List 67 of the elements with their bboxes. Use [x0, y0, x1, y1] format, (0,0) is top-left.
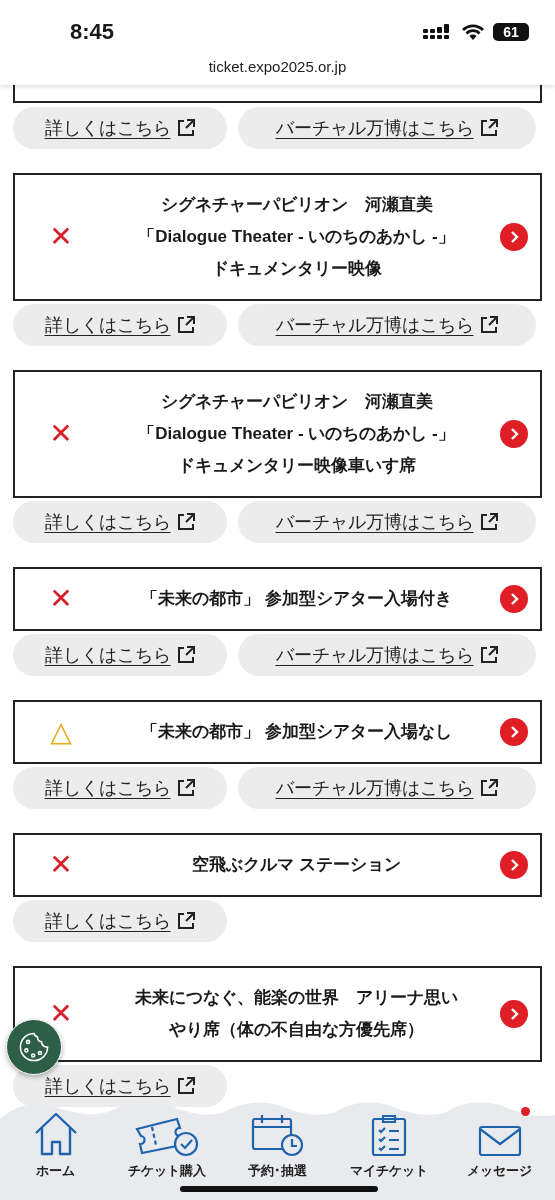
chevron-icon — [500, 718, 528, 746]
details-link[interactable]: 詳しくはこちら — [13, 304, 227, 346]
availability-mark: ✕ — [49, 222, 73, 252]
virtual-expo-link[interactable]: バーチャル万博はこちら — [238, 304, 536, 346]
details-link[interactable]: 詳しくはこちら — [13, 107, 227, 149]
chevron-icon — [500, 223, 528, 251]
details-link[interactable]: 詳しくはこちら — [13, 900, 227, 942]
virtual-expo-link[interactable]: バーチャル万博はこちら — [238, 634, 536, 676]
calendar-clock-icon — [250, 1113, 305, 1157]
external-link-icon — [478, 512, 499, 532]
clock-time: 8:45 — [70, 19, 115, 45]
pavilion-title-line: 空飛ぶクルマ ステーション — [192, 854, 401, 876]
pavilion-title-line: ドキュメンタリー映像 — [211, 258, 382, 280]
virtual-expo-link[interactable]: バーチャル万博はこちら — [238, 501, 536, 543]
availability-mark: ✕ — [49, 850, 73, 880]
availability-mark: △ — [50, 717, 72, 747]
pavilion-title-line: 「Dialogue Theater - いのちのあかし -」 — [138, 226, 455, 248]
chevron-icon — [500, 851, 528, 879]
virtual-expo-link[interactable]: バーチャル万博はこちら — [238, 107, 536, 149]
external-link-icon — [175, 315, 196, 335]
pavilion-card[interactable]: ✕ シグネチャーパビリオン 河瀬直美 「Dialogue Theater - いのちのあかし -」 ドキュメンタリー映像車いす席 — [13, 370, 542, 498]
chevron-icon — [500, 585, 528, 613]
external-link-icon — [175, 778, 196, 798]
external-link-icon — [175, 512, 196, 532]
details-link[interactable]: 詳しくはこちら — [13, 634, 227, 676]
nav-tab[interactable]: ホーム — [32, 1111, 79, 1179]
cookie-icon — [17, 1030, 51, 1064]
pavilion-title-line: ドキュメンタリー映像車いす席 — [177, 455, 416, 477]
pavilion-card[interactable]: ✕ 未来につなぐ、能楽の世界 アリーナ思い やり席（体の不自由な方優先席） — [13, 966, 542, 1062]
battery-level: 61 — [493, 23, 529, 41]
pavilion-card[interactable]: ✕ 「未来の都市」 参加型シアター入場付き — [13, 567, 542, 631]
external-link-icon — [478, 118, 499, 138]
external-link-icon — [478, 778, 499, 798]
external-link-icon — [175, 118, 196, 138]
nav-tab[interactable]: チケット購入 — [127, 1111, 206, 1179]
external-link-icon — [478, 315, 499, 335]
pavilion-title-line: やり席（体の不自由な方優先席） — [169, 1019, 424, 1041]
pavilion-card[interactable]: ✕ 空飛ぶクルマ ステーション — [13, 833, 542, 897]
details-link[interactable]: 詳しくはこちら — [13, 1065, 227, 1107]
external-link-icon — [175, 911, 196, 931]
pavilion-title-line: シグネチャーパビリオン 河瀬直美 — [160, 391, 433, 413]
ticket-check-icon — [133, 1117, 200, 1157]
envelope-icon — [477, 1125, 522, 1157]
pavilion-card[interactable]: △ 「未来の都市」 参加型シアター入場なし — [13, 700, 542, 764]
nav-tab[interactable]: 予約･抽選 — [248, 1111, 307, 1179]
wifi-icon — [461, 23, 485, 41]
pavilion-title-line: シグネチャーパビリオン 河瀬直美 — [160, 194, 433, 216]
clipboard-checklist-icon — [370, 1113, 407, 1157]
chevron-icon — [500, 420, 528, 448]
availability-mark: ✕ — [49, 584, 73, 614]
details-link[interactable]: 詳しくはこちら — [13, 501, 227, 543]
nav-tab[interactable]: マイチケット — [349, 1111, 428, 1179]
pavilion-title-line: 「未来の都市」 参加型シアター入場付き — [141, 588, 452, 610]
external-link-icon — [478, 645, 499, 665]
nav-tab[interactable]: メッセージ — [467, 1111, 532, 1179]
details-link[interactable]: 詳しくはこちら — [13, 767, 227, 809]
pavilion-title-line: 「未来の都市」 参加型シアター入場なし — [141, 721, 452, 743]
external-link-icon — [175, 1076, 196, 1096]
pavilion-title-line: 「Dialogue Theater - いのちのあかし -」 — [138, 423, 455, 445]
url-text[interactable]: ticket.expo2025.or.jp — [208, 58, 347, 75]
virtual-expo-link[interactable]: バーチャル万博はこちら — [238, 767, 536, 809]
external-link-icon — [175, 645, 196, 665]
pavilion-card[interactable]: ✕ シグネチャーパビリオン 河瀬直美 「Dialogue Theater - いのちのあかし -」 ドキュメンタリー映像 — [13, 173, 542, 301]
pavilion-title-line: 未来につなぐ、能楽の世界 アリーナ思い — [135, 987, 458, 1009]
availability-mark: ✕ — [49, 999, 73, 1029]
availability-mark: ✕ — [49, 419, 73, 449]
chevron-icon — [500, 1000, 528, 1028]
